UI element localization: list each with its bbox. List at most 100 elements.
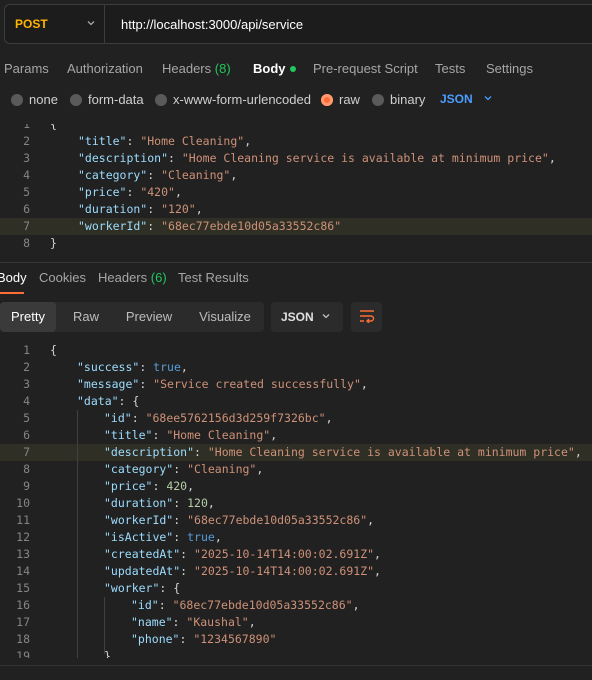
indent-guide — [77, 410, 78, 658]
code-token: "duration" — [104, 496, 174, 510]
response-tab-test-results[interactable]: Test Results — [178, 270, 249, 285]
code-token: { — [50, 124, 57, 131]
radio-form-data[interactable]: form-data — [70, 92, 144, 107]
code-token: "workerId" — [104, 513, 174, 527]
code-line: 13 "createdAt": "2025-10-14T14:00:02.691Z… — [0, 546, 592, 563]
radio-binary-circle — [372, 93, 384, 106]
code-token: "workerId" — [78, 219, 148, 233]
tab-tests[interactable]: Tests — [435, 61, 465, 76]
code-line: 18 "phone": "1234567890" — [0, 631, 592, 648]
panel-divider[interactable] — [0, 262, 592, 263]
view-preview-button[interactable]: Preview — [114, 302, 184, 332]
response-tab-body[interactable]: Body — [0, 270, 27, 285]
code-token: "68ec77ebde10d05a33552c86" — [172, 598, 353, 612]
code-text: "id": "68ec77ebde10d05a33552c86", — [131, 597, 360, 614]
response-tab-headers-label: Headers — [98, 270, 148, 285]
tab-prerequest-script[interactable]: Pre-request Script — [313, 61, 418, 76]
code-token: "price" — [78, 185, 127, 199]
code-token: "Home Cleaning" — [140, 134, 245, 148]
line-number: 1 — [23, 124, 30, 131]
code-text: "description": "Home Cleaning service is… — [78, 150, 556, 167]
code-text: "category": "Cleaning", — [104, 461, 263, 478]
code-token: : — [172, 615, 187, 629]
line-number: 14 — [16, 564, 30, 578]
code-token: : — [152, 428, 167, 442]
tab-headers[interactable]: Headers (8) — [162, 61, 231, 76]
bottom-border — [0, 665, 592, 666]
code-token: true — [187, 530, 215, 544]
code-token: "description" — [78, 151, 169, 165]
code-token: "data" — [77, 394, 119, 408]
code-token: "2025-10-14T14:00:02.691Z" — [194, 564, 375, 578]
tab-headers-label: Headers — [162, 60, 212, 76]
line-number: 12 — [16, 530, 30, 544]
code-token: "duration" — [78, 202, 148, 216]
radio-binary[interactable]: binary — [372, 92, 425, 107]
code-token: : — [147, 168, 162, 182]
line-number: 8 — [23, 236, 30, 250]
radio-binary-label: binary — [390, 92, 426, 107]
code-token: : — [147, 219, 162, 233]
request-body-editor[interactable]: 1{2 "title": "Home Cleaning", 3 "descriptio… — [0, 124, 592, 260]
code-token: , — [352, 598, 360, 612]
code-line: 14 "updatedAt": "2025-10-14T14:00:02.691Z… — [0, 563, 592, 580]
wrap-lines-button[interactable] — [351, 302, 382, 332]
code-token: "category" — [104, 462, 174, 476]
method-select[interactable]: POST — [5, 5, 105, 43]
tab-body[interactable]: Body — [253, 61, 296, 76]
tab-authorization[interactable]: Authorization — [67, 61, 143, 76]
code-token: "68ec77ebde10d05a33552c86" — [161, 219, 342, 233]
code-text: "worker": { — [104, 580, 180, 597]
code-text: "title": "Home Cleaning", — [104, 427, 277, 444]
chevron-down-icon — [483, 92, 493, 106]
line-number: 11 — [16, 513, 30, 527]
code-line: 8 "category": "Cleaning", — [0, 461, 592, 478]
response-tab-cookies[interactable]: Cookies — [39, 270, 86, 285]
code-text: "createdAt": "2025-10-14T14:00:02.691Z", — [104, 546, 381, 563]
code-token: , — [360, 377, 368, 391]
code-token: "phone" — [131, 632, 180, 646]
code-line: 3 "message": "Service created successfull… — [0, 376, 592, 393]
code-token: "Cleaning" — [161, 168, 231, 182]
code-text: "category": "Cleaning", — [78, 167, 237, 184]
code-token: "name" — [131, 615, 173, 629]
code-token: "createdAt" — [104, 547, 181, 561]
code-token: "success" — [77, 360, 140, 374]
code-text: "duration": "120", — [78, 201, 203, 218]
radio-raw-circle — [321, 93, 333, 106]
wrap-lines-icon — [359, 309, 375, 326]
code-text: "data": { — [77, 393, 139, 410]
view-raw-button[interactable]: Raw — [60, 302, 112, 332]
response-format-select[interactable]: JSON — [271, 302, 343, 332]
code-token: : — [168, 151, 182, 165]
url-input[interactable]: http://localhost:3000/api/service — [105, 17, 303, 32]
line-number: 13 — [16, 547, 30, 561]
code-text: "description": "Home Cleaning service is… — [104, 444, 582, 461]
view-visualize-button[interactable]: Visualize — [188, 302, 262, 332]
code-line: 15 "worker": { — [0, 580, 592, 597]
code-token: "68ec77ebde10d05a33552c86" — [187, 513, 368, 527]
code-line: 11 "workerId": "68ec77ebde10d05a33552c86"… — [0, 512, 592, 529]
response-body-viewer[interactable]: 1{2 "success": true, 3 "message": "Service … — [0, 342, 592, 658]
radio-urlencoded[interactable]: x-www-form-urlencoded — [155, 92, 311, 107]
code-token: : — [173, 496, 188, 510]
code-token: , — [256, 462, 264, 476]
tab-params[interactable]: Params — [4, 61, 49, 76]
method-label: POST — [15, 17, 48, 31]
radio-raw-label: raw — [339, 92, 360, 107]
code-text: "id": "68ee5762156d3d259f7326bc", — [104, 410, 333, 427]
radio-none[interactable]: none — [11, 92, 58, 107]
code-token: "1234567890" — [193, 632, 277, 646]
response-tab-headers[interactable]: Headers (6) — [98, 270, 167, 285]
code-token: "id" — [131, 598, 159, 612]
radio-raw[interactable]: raw — [321, 92, 360, 107]
chevron-down-icon — [86, 18, 96, 31]
code-line: 1{ — [0, 124, 592, 133]
raw-format-select[interactable]: JSON — [440, 92, 493, 106]
code-token: , — [574, 445, 582, 459]
tab-settings[interactable]: Settings — [486, 61, 533, 76]
view-pretty-button[interactable]: Pretty — [0, 302, 56, 332]
code-token: "isActive" — [104, 530, 174, 544]
code-token: "message" — [77, 377, 140, 391]
code-line: 4 "category": "Cleaning", — [0, 167, 592, 184]
